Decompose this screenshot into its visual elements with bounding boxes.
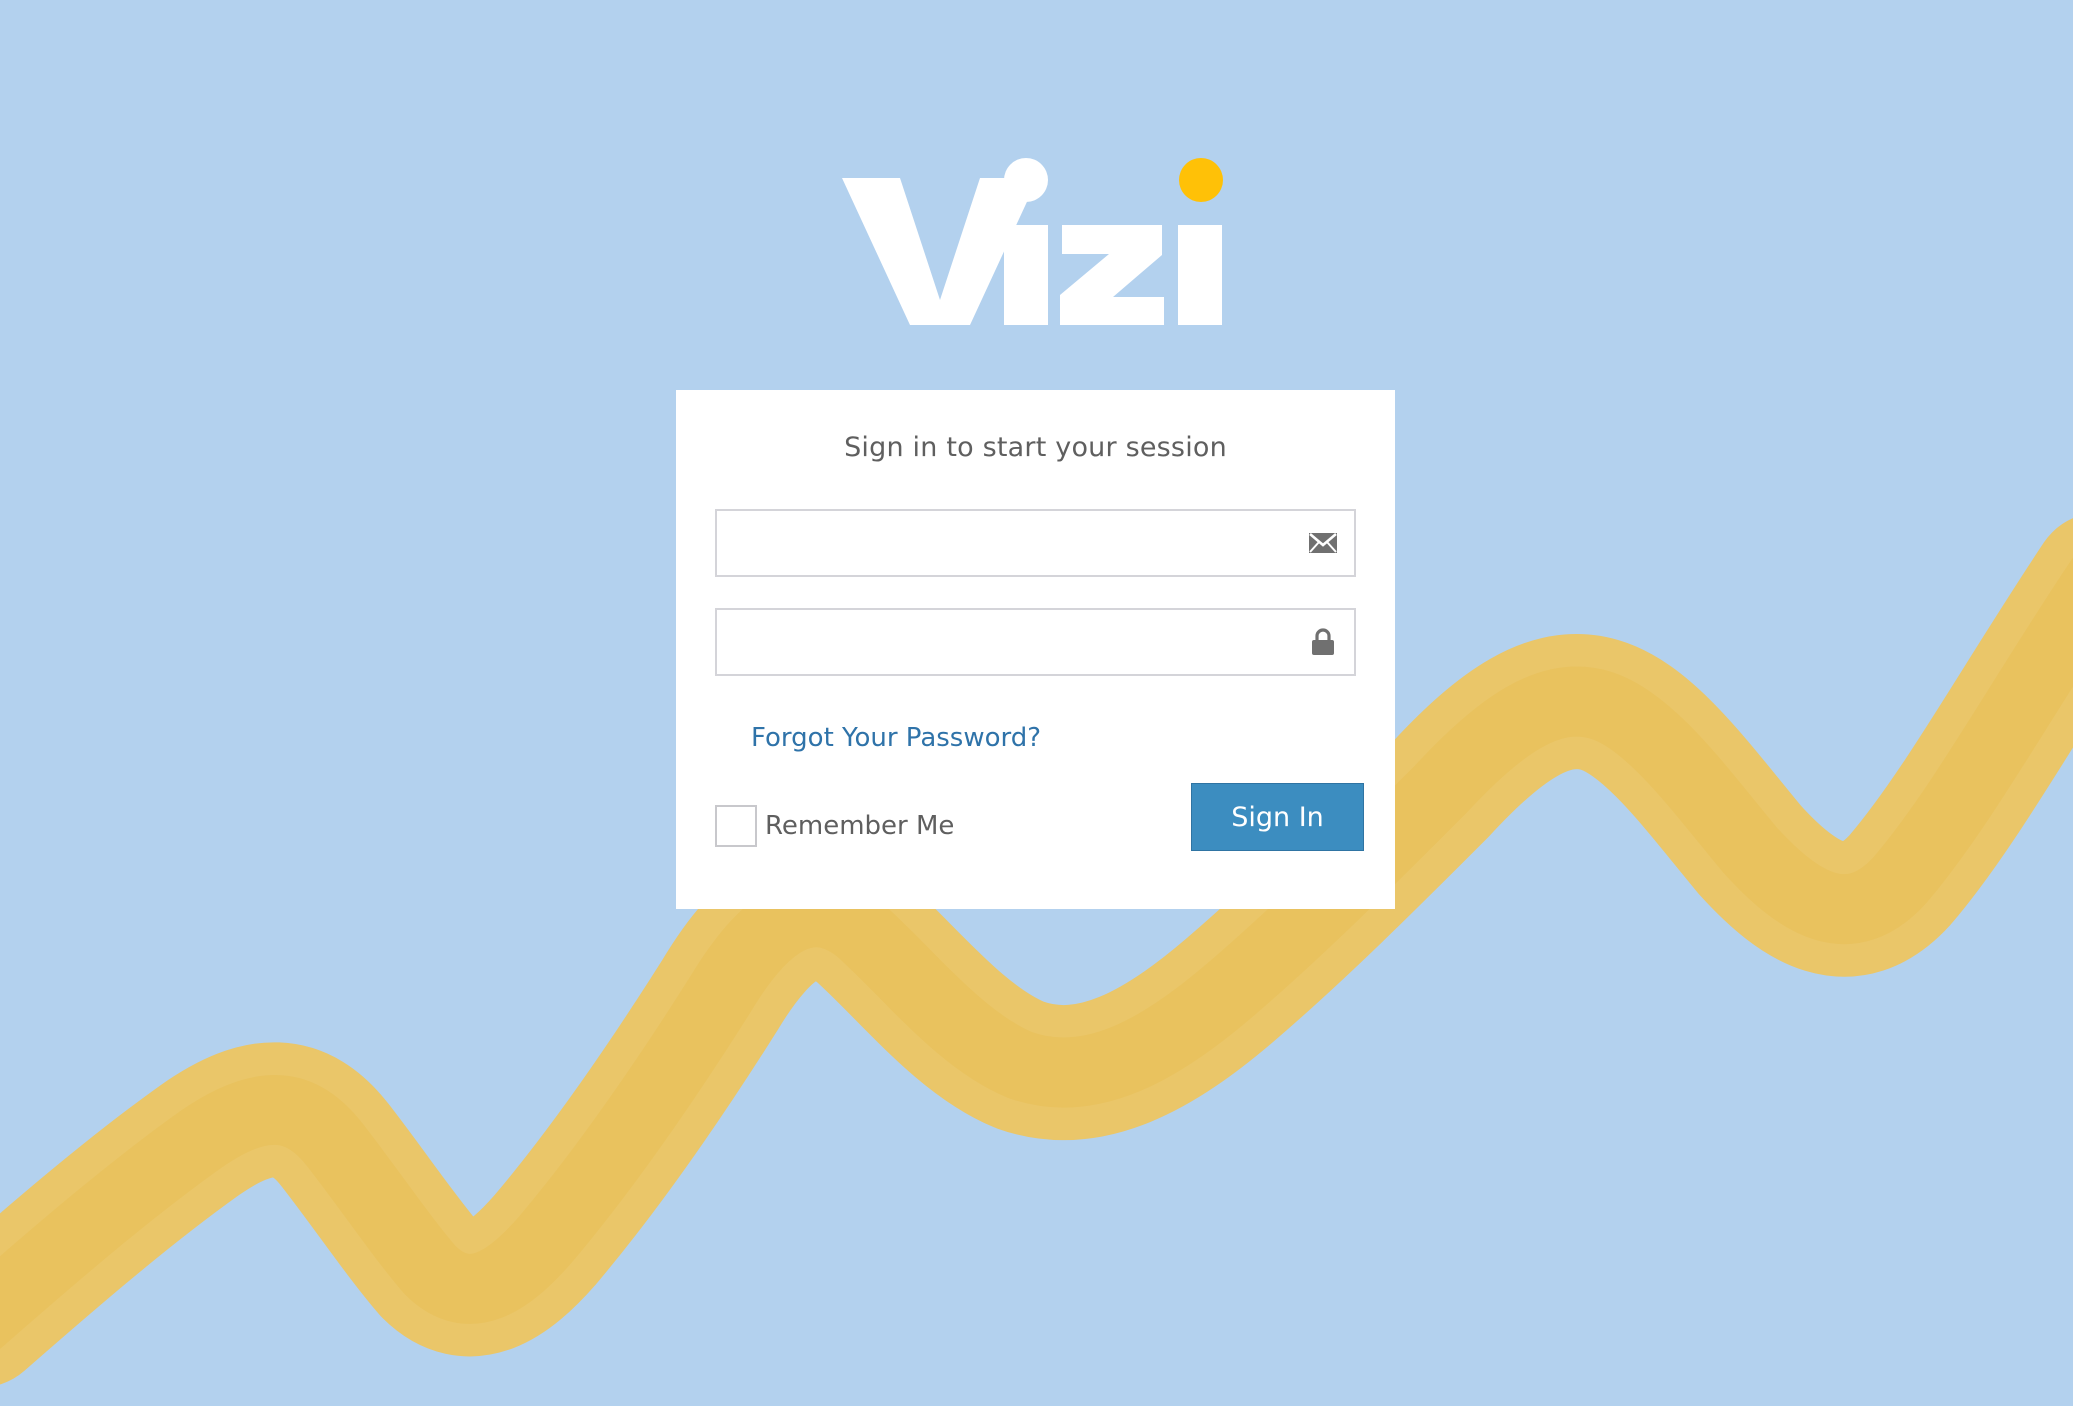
logo-dot-icon xyxy=(1179,158,1223,202)
login-box: Sign in to start your session Forgot You… xyxy=(676,390,1395,909)
password-field[interactable] xyxy=(715,608,1356,676)
forgot-password-link[interactable]: Forgot Your Password? xyxy=(751,723,1041,753)
password-input[interactable] xyxy=(717,610,1313,670)
remember-me-label: Remember Me xyxy=(765,811,955,841)
remember-me-checkbox[interactable] xyxy=(715,805,757,847)
remember-me[interactable]: Remember Me xyxy=(715,804,954,848)
email-input[interactable] xyxy=(717,511,1313,571)
login-title: Sign in to start your session xyxy=(844,432,1227,463)
email-field[interactable] xyxy=(715,509,1356,577)
lock-icon xyxy=(1312,628,1334,655)
vizi-logo xyxy=(842,158,1223,325)
sign-in-button[interactable]: Sign In xyxy=(1191,783,1364,851)
envelope-icon xyxy=(1309,533,1337,553)
